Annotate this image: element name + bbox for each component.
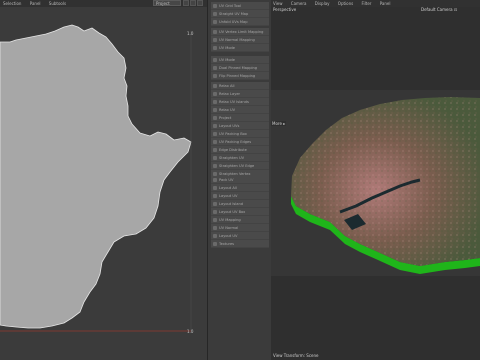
uv-settings-icon[interactable]: [197, 0, 203, 6]
uv-canvas[interactable]: [0, 7, 207, 360]
tool-row[interactable]: Straighten UV Edge: [211, 162, 269, 169]
tool-icon: [213, 37, 217, 42]
viewport-menu-camera[interactable]: Camera: [291, 1, 307, 6]
uv-island-shape: [0, 24, 192, 332]
tool-icon: [213, 147, 217, 152]
viewport-menu-filter[interactable]: Filter: [362, 1, 372, 6]
tool-row[interactable]: UV Vertex Limit Mapping: [211, 28, 269, 35]
tool-icon: [213, 201, 217, 206]
tool-icon: [213, 29, 217, 34]
tool-row[interactable]: Textures: [211, 240, 269, 247]
tool-icon: [213, 19, 217, 24]
viewport-camera-selector[interactable]: Default Camera ⊡: [421, 7, 457, 12]
tool-icon: [213, 155, 217, 160]
tool-icon: [213, 123, 217, 128]
viewport-perspective-label[interactable]: Perspective: [273, 7, 296, 12]
viewport-menu-options[interactable]: Options: [338, 1, 353, 6]
uv-project-dropdown[interactable]: Project: [153, 0, 181, 6]
tool-group-1: UV Grid Tool Straight UV Map Unfold UVs …: [211, 2, 269, 26]
tool-icon: [213, 185, 217, 190]
tool-icon: [213, 241, 217, 246]
tool-icon: [213, 73, 217, 78]
tool-group-5: Relax UV Project Layout UVs UV Packing B…: [211, 106, 269, 178]
viewport-menubar: View Camera Display Options Filter Panel: [271, 0, 480, 7]
tool-row[interactable]: UV Packing Edges: [211, 138, 269, 145]
uv-menu-panel[interactable]: Panel: [30, 1, 41, 6]
tool-group-4: Relax All Relax Layer Relax UV Islands: [211, 82, 269, 106]
uv-menu-selection[interactable]: Selection: [3, 1, 21, 6]
tool-row[interactable]: Relax Layer: [211, 90, 269, 97]
tool-row[interactable]: Dual Pinned Mapping: [211, 64, 269, 71]
tool-icon: [213, 11, 217, 16]
tool-icon: [213, 193, 217, 198]
tool-row[interactable]: UV Packing Box: [211, 130, 269, 137]
tool-icon: [213, 115, 217, 120]
tool-icon: [213, 131, 217, 136]
tool-row[interactable]: Relax UV Islands: [211, 98, 269, 105]
tool-row[interactable]: Layout UV Box: [211, 208, 269, 215]
tool-row[interactable]: Unfold UVs Map: [211, 18, 269, 25]
tool-row[interactable]: Edge Distribute: [211, 146, 269, 153]
tool-row[interactable]: Layout UV: [211, 192, 269, 199]
terrain-mesh: [271, 90, 480, 276]
viewport-menu-view[interactable]: View: [273, 1, 283, 6]
tool-row[interactable]: Layout UV: [211, 232, 269, 239]
tool-icon: [213, 45, 217, 50]
tool-icon: [213, 57, 217, 62]
tool-row[interactable]: UV Mapping: [211, 216, 269, 223]
tool-icon: [213, 83, 217, 88]
tool-icon: [213, 225, 217, 230]
uv-coord-bottom: 1.0: [187, 329, 194, 334]
tool-row[interactable]: Project: [211, 114, 269, 121]
tool-row[interactable]: UV Mode: [211, 56, 269, 63]
tool-icon: [213, 139, 217, 144]
tool-row[interactable]: UV Grid Tool: [211, 2, 269, 9]
uv-tool-panel: UV Grid Tool Straight UV Map Unfold UVs …: [207, 0, 272, 360]
tool-row[interactable]: Pack UV: [211, 176, 269, 183]
tool-row[interactable]: UV Normal: [211, 224, 269, 231]
tool-icon: [213, 163, 217, 168]
tool-row[interactable]: Straighten UV: [211, 154, 269, 161]
uv-coord-top: 1.0: [187, 31, 194, 36]
tool-icon: [213, 171, 217, 176]
tool-row[interactable]: Relax All: [211, 82, 269, 89]
tool-icon: [213, 99, 217, 104]
viewport-status-text: View Transform: Scene: [273, 353, 319, 358]
tool-row[interactable]: UV Normal Mapping: [211, 36, 269, 43]
tool-row[interactable]: Straight UV Map: [211, 10, 269, 17]
viewport-more-button[interactable]: More ▸: [271, 121, 287, 126]
tool-row[interactable]: Flip Pinned Mapping: [211, 72, 269, 79]
tool-row[interactable]: Relax UV: [211, 106, 269, 113]
tool-row[interactable]: UV Mode: [211, 44, 269, 51]
tool-group-2: UV Vertex Limit Mapping UV Normal Mappin…: [211, 28, 269, 52]
tool-group-3: UV Mode Dual Pinned Mapping Flip Pinned …: [211, 56, 269, 80]
tool-row[interactable]: Layout Island: [211, 200, 269, 207]
uv-project-dropdown-value: Project: [156, 1, 170, 6]
tool-icon: [213, 209, 217, 214]
tool-icon: [213, 233, 217, 238]
tool-icon: [213, 107, 217, 112]
viewport-menu-display[interactable]: Display: [315, 1, 330, 6]
tool-row[interactable]: Layout UVs: [211, 122, 269, 129]
tool-icon: [213, 65, 217, 70]
tool-row[interactable]: Layout All: [211, 184, 269, 191]
tool-group-6: Pack UV Layout All Layout UV Layout Isla…: [211, 176, 269, 248]
uv-pin-icon[interactable]: [183, 0, 189, 6]
tool-icon: [213, 217, 217, 222]
tool-icon: [213, 3, 217, 8]
viewport-menu-panel[interactable]: Panel: [380, 1, 391, 6]
uv-snap-icon[interactable]: [190, 0, 196, 6]
tool-icon: [213, 91, 217, 96]
tool-icon: [213, 177, 217, 182]
uv-menu-subtools[interactable]: Subtools: [49, 1, 66, 6]
